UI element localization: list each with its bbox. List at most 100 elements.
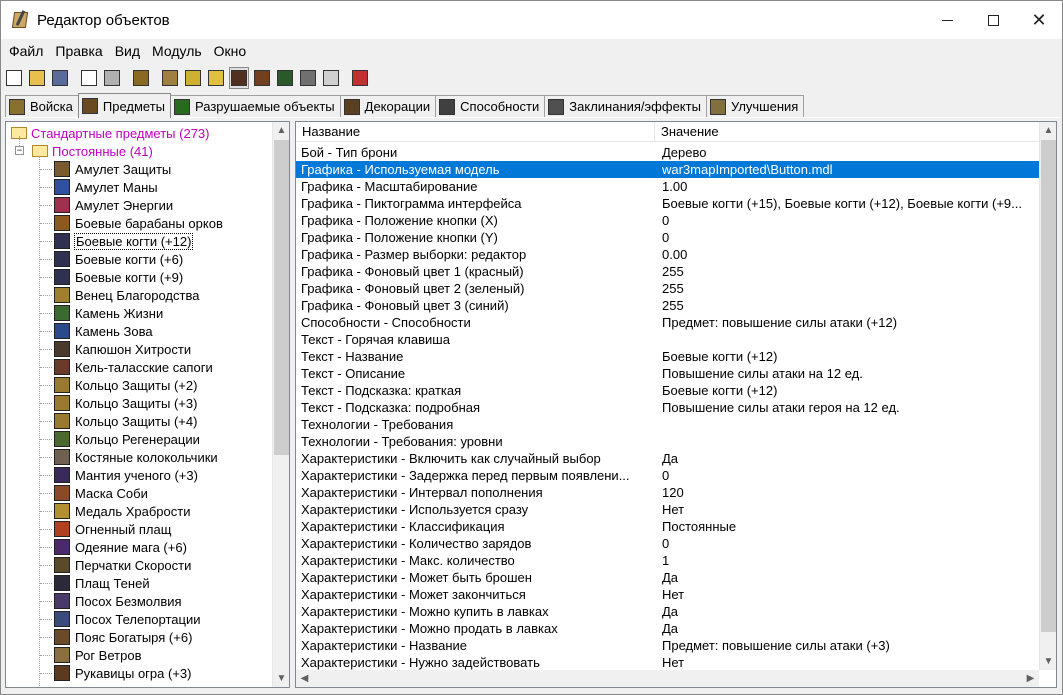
tree-item[interactable]: Боевые барабаны орков: [54, 214, 223, 232]
property-row[interactable]: Текст - Подсказка: подробная Повышение си…: [296, 399, 1039, 416]
menu-item-3[interactable]: Модуль: [146, 43, 208, 59]
property-row[interactable]: Характеристики - Включить как случайный …: [296, 450, 1039, 467]
tab-3[interactable]: Декорации: [339, 95, 437, 117]
collapse-icon[interactable]: −: [15, 146, 24, 155]
tree-item[interactable]: Перчатки Скорости: [54, 556, 191, 574]
tree-item[interactable]: Мантия ученого (+3): [54, 466, 198, 484]
tree-item[interactable]: Плащ Теней: [54, 574, 150, 592]
test-map-button[interactable]: [350, 67, 370, 89]
scroll-up-icon[interactable]: ▲: [1040, 122, 1056, 139]
tree-item[interactable]: Посох Безмолвия: [54, 592, 182, 610]
tree-item[interactable]: Капюшон Хитрости: [54, 340, 191, 358]
property-row[interactable]: Графика - Используемая модель war3mapImpo…: [296, 161, 1039, 178]
scroll-thumb[interactable]: [1041, 140, 1056, 632]
property-row[interactable]: Характеристики - Интервал пополнения 120: [296, 484, 1039, 501]
scroll-left-icon[interactable]: ◀: [296, 670, 313, 687]
property-row[interactable]: Характеристики - Нужно задействовать Нет: [296, 654, 1039, 671]
property-row[interactable]: Характеристики - Может закончиться Нет: [296, 586, 1039, 603]
paste-button[interactable]: [102, 67, 122, 89]
tree-group[interactable]: Постоянные (41): [32, 142, 153, 160]
property-row[interactable]: Характеристики - Можно продать в лавках Д…: [296, 620, 1039, 637]
tab-5[interactable]: Заклинания/эффекты: [544, 95, 707, 117]
property-row[interactable]: Графика - Масштабирование 1.00: [296, 178, 1039, 195]
tree-item[interactable]: Кольцо Защиты (+2): [54, 376, 197, 394]
property-row[interactable]: Текст - Описание Повышение силы атаки на …: [296, 365, 1039, 382]
tab-0[interactable]: Войска: [5, 95, 79, 117]
property-row[interactable]: Характеристики - Может быть брошен Да: [296, 569, 1039, 586]
property-row[interactable]: Графика - Размер выборки: редактор 0.00: [296, 246, 1039, 263]
tree-item[interactable]: Боевые когти (+9): [54, 268, 183, 286]
property-row[interactable]: Характеристики - Название Предмет: повыше…: [296, 637, 1039, 654]
scroll-down-icon[interactable]: ▼: [273, 670, 289, 687]
ai-editor-button[interactable]: [275, 67, 295, 89]
menu-item-4[interactable]: Окно: [208, 43, 253, 59]
property-row[interactable]: Характеристики - Макс. количество 1: [296, 552, 1039, 569]
tree-item[interactable]: Венец Благородства: [54, 286, 199, 304]
property-row[interactable]: Графика - Пиктограмма интерфейса Боевые к…: [296, 195, 1039, 212]
save-button[interactable]: [50, 67, 70, 89]
property-row[interactable]: Способности - Способности Предмет: повыше…: [296, 314, 1039, 331]
font-button[interactable]: [183, 67, 203, 89]
scroll-right-icon[interactable]: ▶: [1022, 670, 1039, 687]
title-bar[interactable]: Редактор объектов ✕: [1, 1, 1062, 39]
property-row[interactable]: Графика - Положение кнопки (X) 0: [296, 212, 1039, 229]
property-row[interactable]: Графика - Фоновый цвет 1 (красный) 255: [296, 263, 1039, 280]
new-button[interactable]: [4, 67, 24, 89]
open-button[interactable]: [27, 67, 47, 89]
minimize-button[interactable]: [924, 1, 970, 39]
property-row[interactable]: Технологии - Требования: [296, 416, 1039, 433]
tree-item[interactable]: Рукавицы огра (+3): [54, 664, 191, 682]
doodad-button[interactable]: [160, 67, 180, 89]
scroll-down-icon[interactable]: ▼: [1040, 653, 1056, 670]
property-row[interactable]: Текст - Горячая клавиша: [296, 331, 1039, 348]
tree-item[interactable]: Боевые когти (+6): [54, 250, 183, 268]
property-row[interactable]: Бой - Тип брони Дерево: [296, 144, 1039, 161]
object-editor-button[interactable]: [229, 67, 249, 89]
property-row[interactable]: Текст - Название Боевые когти (+12): [296, 348, 1039, 365]
close-button[interactable]: ✕: [1016, 1, 1062, 39]
properties-list[interactable]: Название Значение Бой - Тип брони Дерево Г…: [295, 121, 1057, 688]
tree-item[interactable]: Кольцо Защиты (+4): [54, 412, 197, 430]
tree-item[interactable]: Рог Ветров: [54, 646, 141, 664]
property-row[interactable]: Характеристики - Классификация Постоянные: [296, 518, 1039, 535]
tab-4[interactable]: Способности: [435, 95, 546, 117]
column-name-header[interactable]: Название: [296, 122, 655, 142]
tree-item[interactable]: Пояс Богатыря (+6): [54, 628, 192, 646]
props-vertical-scrollbar[interactable]: ▲ ▼: [1039, 122, 1056, 670]
menu-item-0[interactable]: Файл: [3, 43, 49, 59]
tab-6[interactable]: Улучшения: [705, 95, 805, 117]
app-icon[interactable]: [11, 10, 29, 29]
tree-item[interactable]: Камень Зова: [54, 322, 153, 340]
tree-item[interactable]: Амулет Энергии: [54, 196, 173, 214]
tree-item[interactable]: Посох Телепортации: [54, 610, 200, 628]
tree-item[interactable]: Маска Соби: [54, 484, 148, 502]
copy-button[interactable]: [79, 67, 99, 89]
maximize-button[interactable]: [970, 1, 1016, 39]
tree-item[interactable]: Камень Жизни: [54, 304, 163, 322]
tree-item[interactable]: Одеяние мага (+6): [54, 538, 187, 556]
campaign-button[interactable]: [252, 67, 272, 89]
test-button[interactable]: [321, 67, 341, 89]
terrain-editor-button[interactable]: [131, 67, 151, 89]
import-button[interactable]: [298, 67, 318, 89]
tree-vertical-scrollbar[interactable]: ▲ ▼: [272, 122, 289, 687]
property-row[interactable]: Графика - Положение кнопки (Y) 0: [296, 229, 1039, 246]
column-value-header[interactable]: Значение: [655, 122, 1040, 142]
property-row[interactable]: Характеристики - Количество зарядов 0: [296, 535, 1039, 552]
property-row[interactable]: Технологии - Требования: уровни: [296, 433, 1039, 450]
tree-item[interactable]: Кольцо Защиты (+3): [54, 394, 197, 412]
tree-item[interactable]: Амулет Защиты: [54, 160, 171, 178]
object-tree[interactable]: ▲ ▼ Стандартные предметы (273) Постоянные…: [5, 121, 290, 688]
sound-button[interactable]: [206, 67, 226, 89]
tree-item[interactable]: Костяные колокольчики: [54, 448, 218, 466]
scroll-up-icon[interactable]: ▲: [273, 122, 289, 139]
tree-item[interactable]: Огненный плащ: [54, 520, 171, 538]
property-row[interactable]: Графика - Фоновый цвет 2 (зеленый) 255: [296, 280, 1039, 297]
props-horizontal-scrollbar[interactable]: ◀ ▶: [296, 670, 1039, 687]
property-row[interactable]: Характеристики - Используется сразу Нет: [296, 501, 1039, 518]
property-row[interactable]: Текст - Подсказка: краткая Боевые когти (…: [296, 382, 1039, 399]
menu-item-1[interactable]: Правка: [49, 43, 108, 59]
tab-2[interactable]: Разрушаемые объекты: [170, 95, 341, 117]
property-row[interactable]: Характеристики - Можно купить в лавках Да: [296, 603, 1039, 620]
tree-item[interactable]: Кольцо Регенерации: [54, 430, 200, 448]
